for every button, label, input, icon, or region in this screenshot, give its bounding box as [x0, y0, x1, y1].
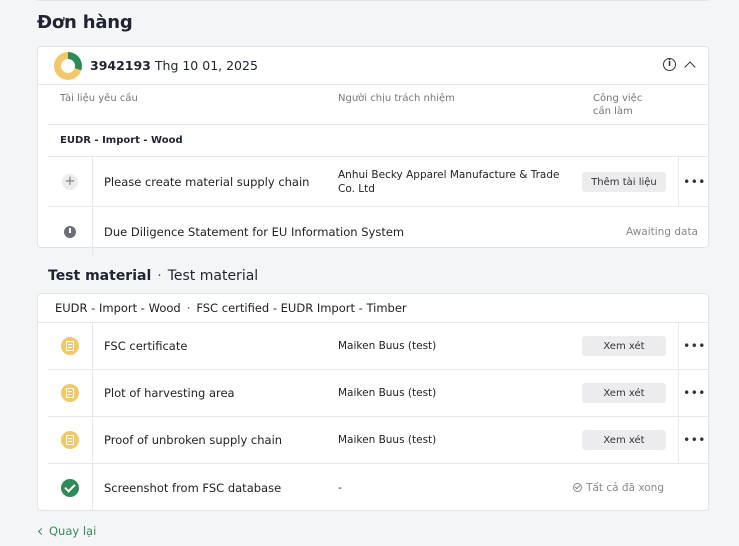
group-label: EUDR - Import - Wood — [48, 125, 708, 157]
table-row[interactable]: FSC certificate Maiken Buus (test) Xem x… — [48, 323, 708, 370]
review-button[interactable]: Xem xét — [582, 336, 666, 356]
document-name: Screenshot from FSC database — [104, 480, 282, 495]
plus-icon[interactable]: + — [62, 173, 78, 190]
material-title: Test material · Test material — [48, 268, 259, 284]
column-headers: Tài liệu yêu cầu Người chịu trách nhiệm … — [48, 85, 708, 125]
table-row[interactable]: + Please create material supply chain An… — [48, 157, 708, 207]
document-icon — [61, 384, 79, 402]
owner-name: Maiken Buus (test) — [338, 387, 437, 399]
info-icon[interactable]: i — [663, 58, 676, 71]
table-row[interactable]: Due Diligence Statement for EU Informati… — [48, 207, 708, 257]
material-card: EUDR - Import - Wood · FSC certified - EUD… — [37, 293, 709, 511]
owner-name: Maiken Buus (test) — [338, 434, 437, 446]
document-icon — [61, 337, 79, 355]
tag: FSC certified - EUDR Import - Timber — [196, 301, 407, 315]
more-horizontal-icon[interactable]: ••• — [678, 157, 710, 206]
table-row[interactable]: Screenshot from FSC database - Tất cả đã… — [48, 464, 708, 511]
chevron-left-icon — [37, 527, 46, 535]
order-card: 3942193 Thg 10 01, 2025 i Tài liệu yêu c… — [37, 46, 709, 257]
material-tags: EUDR - Import - Wood · FSC certified - EUD… — [38, 294, 708, 323]
status-badge: Tất cả đã xong — [573, 464, 664, 511]
table-row[interactable]: Plot of harvesting area Maiken Buus (tes… — [48, 370, 708, 417]
more-horizontal-icon[interactable]: ••• — [678, 323, 710, 369]
more-horizontal-icon[interactable]: ••• — [678, 370, 710, 416]
col-header-document: Tài liệu yêu cầu — [60, 93, 138, 104]
top-divider — [37, 0, 709, 1]
order-date: Thg 10 01, 2025 — [154, 58, 258, 73]
order-header[interactable]: 3942193 Thg 10 01, 2025 i — [38, 47, 708, 85]
col-header-task: Công việc cần làm — [593, 93, 643, 117]
owner-name: Anhui Becky Apparel Manufacture & Trade … — [338, 168, 560, 195]
order-id: 3942193 — [90, 58, 151, 73]
document-name: Please create material supply chain — [104, 174, 310, 189]
timer-icon — [64, 226, 76, 238]
tag: EUDR - Import - Wood — [55, 301, 181, 315]
table-row[interactable]: Proof of unbroken supply chain Maiken Bu… — [48, 417, 708, 464]
owner-name: Maiken Buus (test) — [338, 340, 437, 352]
document-name: FSC certificate — [104, 339, 188, 353]
document-icon — [61, 431, 79, 449]
page-title: Đơn hàng — [37, 12, 133, 33]
document-name: Proof of unbroken supply chain — [104, 433, 283, 447]
review-button[interactable]: Xem xét — [582, 430, 666, 450]
progress-donut-icon — [54, 51, 82, 80]
review-button[interactable]: Xem xét — [582, 383, 666, 403]
check-circle-icon — [61, 478, 79, 497]
back-link[interactable]: Quay lại — [37, 524, 96, 538]
check-icon — [573, 483, 583, 492]
document-name: Plot of harvesting area — [104, 386, 235, 400]
chevron-up-icon[interactable] — [684, 60, 696, 73]
status-text: Awaiting data — [625, 226, 698, 238]
add-document-button[interactable]: Thêm tài liệu — [582, 172, 666, 192]
more-horizontal-icon[interactable]: ••• — [678, 417, 710, 463]
document-name: Due Diligence Statement for EU Informati… — [104, 225, 405, 239]
owner-name: - — [338, 481, 342, 494]
col-header-owner: Người chịu trách nhiệm — [338, 93, 455, 104]
